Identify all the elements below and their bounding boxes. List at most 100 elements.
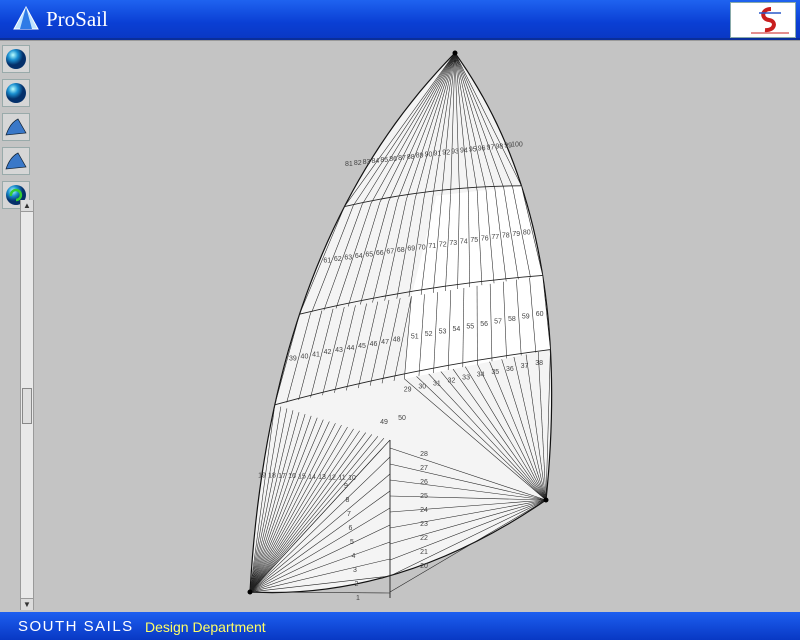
panel-number: 17 (278, 473, 286, 480)
panel-number: 67 (386, 249, 394, 256)
app-title: ProSail (46, 7, 108, 31)
south-sails-logo-icon (730, 2, 796, 38)
panel-number: 61 (323, 258, 331, 265)
panel-number: 54 (453, 326, 461, 333)
panel-number: 80 (523, 229, 531, 236)
sail-view-1-button[interactable] (2, 113, 30, 141)
panel-number: 94 (460, 148, 468, 155)
panel-number: 82 (354, 160, 362, 167)
panel-number: 65 (365, 252, 373, 259)
sail-icon (5, 118, 27, 136)
title-bar: ProSail (0, 0, 800, 40)
panel-number: 15 (298, 474, 306, 481)
department-name: Design Department (145, 619, 266, 635)
vertical-scrollbar[interactable]: ▲ ▼ (20, 200, 34, 610)
panel-number: 50 (398, 415, 406, 422)
sail-panel-drawing: 81 82 83 84 85 86 87 88 89 90 91 92 93 94 95 96 97 98 99 10… (247, 50, 553, 602)
panel-number: 92 (442, 150, 450, 157)
panel-number: 40 (301, 353, 309, 360)
globe-view-1-button[interactable] (2, 45, 30, 73)
panel-number: 83 (363, 159, 371, 166)
panel-number: 53 (439, 328, 447, 335)
panel-number: 31 (433, 381, 441, 388)
panel-number: 86 (389, 156, 397, 163)
corner-marker (452, 50, 458, 56)
panel-number: 62 (334, 256, 342, 263)
panel-number: 39 (289, 355, 297, 362)
globe-icon (6, 49, 26, 69)
panel-number: 42 (324, 349, 332, 356)
panel-number: 90 (425, 152, 433, 159)
panel-number: 12 (328, 474, 336, 481)
company-name: SOUTH SAILS (18, 618, 134, 635)
panel-number: 56 (480, 321, 488, 328)
panel-number: 9 (344, 483, 348, 490)
panel-number: 72 (439, 241, 447, 248)
panel-number: 8 (346, 497, 350, 504)
sail-design-canvas[interactable]: 81 82 83 84 85 86 87 88 89 90 91 92 93 94 95 96 97 98 99 10… (34, 42, 798, 610)
panel-number: 79 (512, 231, 520, 238)
panel-number: 58 (508, 316, 516, 323)
panel-number: 46 (370, 341, 378, 348)
panel-number: 11 (338, 475, 345, 482)
panel-number: 26 (420, 479, 428, 486)
panel-number: 85 (380, 157, 388, 164)
panel-number: 21 (420, 549, 428, 556)
panel-number: 73 (449, 240, 457, 247)
panel-number: 14 (308, 474, 316, 481)
panel-number: 23 (420, 521, 428, 528)
globe-icon (6, 83, 26, 103)
panel-number: 25 (420, 493, 428, 500)
panel-number: 91 (433, 151, 441, 158)
sail-view-2-button[interactable] (2, 147, 30, 175)
panel-number: 81 (345, 161, 353, 168)
panel-number: 52 (425, 331, 433, 338)
panel-number: 63 (344, 255, 352, 262)
panel-number: 71 (428, 243, 436, 250)
panel-number: 87 (398, 155, 406, 162)
panel-number: 30 (418, 383, 426, 390)
panel-number: 100 (511, 141, 523, 148)
panel-number: 95 (469, 147, 477, 154)
panel-number: 84 (372, 158, 380, 165)
panel-number: 29 (404, 386, 412, 393)
corner-marker (247, 589, 253, 595)
panel-number: 93 (451, 149, 459, 156)
panel-number: 74 (460, 238, 468, 245)
panel-number: 20 (420, 563, 428, 570)
panel-number: 4 (352, 553, 356, 560)
panel-number: 66 (376, 250, 384, 257)
panel-number: 75 (470, 237, 478, 244)
panel-number: 2 (355, 581, 359, 588)
panel-number: 33 (462, 375, 470, 382)
panel-number: 34 (477, 372, 485, 379)
panel-number: 70 (418, 244, 426, 251)
panel-number: 6 (349, 525, 353, 532)
panel-number: 18 (268, 473, 276, 480)
scroll-thumb[interactable] (22, 388, 32, 424)
scroll-up-arrow-icon[interactable]: ▲ (21, 200, 33, 212)
panel-number: 60 (536, 311, 544, 318)
panel-number: 57 (494, 318, 502, 325)
prosail-logo-icon (13, 5, 39, 30)
panel-number: 49 (380, 419, 388, 426)
panel-number: 7 (347, 511, 351, 518)
scroll-down-arrow-icon[interactable]: ▼ (21, 598, 33, 610)
panel-number: 78 (502, 232, 510, 239)
panel-number: 5 (350, 539, 354, 546)
panel-number: 32 (448, 378, 456, 385)
panel-number: 19 (258, 472, 266, 479)
panel-number: 96 (478, 145, 486, 152)
corner-marker (543, 497, 549, 503)
panel-number: 16 (288, 473, 296, 480)
panel-number: 43 (335, 347, 343, 354)
panel-number: 3 (353, 567, 357, 574)
panel-number: 97 (487, 144, 495, 151)
panel-number: 77 (491, 234, 499, 241)
panel-number: 47 (381, 339, 389, 346)
panel-number: 37 (521, 363, 529, 370)
side-toolbar (1, 43, 31, 215)
panel-number: 45 (358, 343, 366, 350)
panel-number: 69 (407, 246, 415, 253)
globe-view-2-button[interactable] (2, 79, 30, 107)
